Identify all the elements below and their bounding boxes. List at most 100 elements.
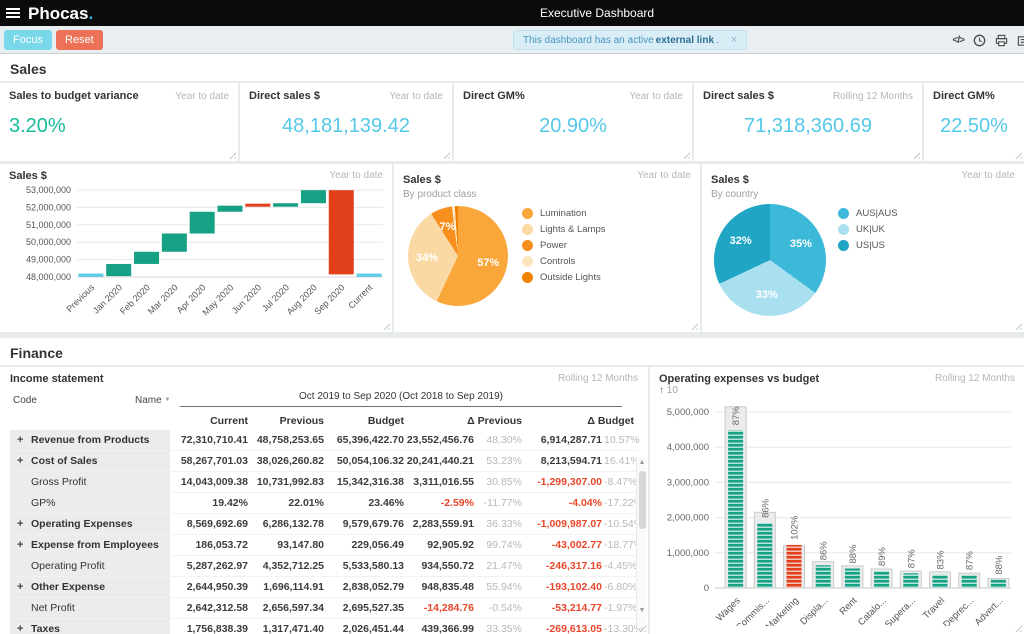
amount-cell: -53,214.77 xyxy=(524,602,604,614)
svg-text:88%: 88% xyxy=(994,555,1005,575)
amount-cell: 2,283,559.91 xyxy=(406,518,476,530)
row-name-label: Operating Expenses xyxy=(31,518,133,530)
row-name-cell: Net Profit xyxy=(10,598,170,618)
finance-row: Income statement Rolling 12 Months Code … xyxy=(0,367,1024,634)
expand-icon[interactable]: + xyxy=(17,434,31,446)
resize-handle[interactable] xyxy=(1013,321,1022,330)
amount-cell: 5,533,580.13 xyxy=(326,560,406,572)
focus-button[interactable]: Focus xyxy=(4,30,52,50)
amount-cell: 8,569,692.69 xyxy=(178,518,250,530)
table-scrollbar[interactable]: ▲ ▼ xyxy=(636,457,647,628)
legend-item[interactable]: Power xyxy=(522,240,605,251)
legend-label: AUS|AUS xyxy=(856,208,898,219)
export-icon[interactable] xyxy=(1017,34,1024,47)
svg-text:87%: 87% xyxy=(906,549,917,569)
name-column-header[interactable]: Name ▼ xyxy=(135,395,170,406)
svg-text:50,000,000: 50,000,000 xyxy=(26,237,71,247)
expand-icon[interactable]: + xyxy=(17,518,31,530)
scroll-down-icon[interactable]: ▼ xyxy=(637,607,647,614)
scroll-up-icon[interactable]: ▲ xyxy=(637,459,647,466)
pie-slice-label: 7% xyxy=(440,221,456,233)
embed-code-icon[interactable]: </> xyxy=(953,35,964,46)
expand-icon[interactable]: + xyxy=(17,455,31,467)
svg-text:102%: 102% xyxy=(790,515,801,540)
chart-subtitle: By country xyxy=(711,189,758,200)
legend-item[interactable]: AUS|AUS xyxy=(838,208,898,219)
amount-cell: 48,758,253.65 xyxy=(250,434,326,446)
amount-cell: -1,299,307.00 xyxy=(524,476,604,488)
percent-cell: 16.41% xyxy=(604,455,636,467)
legend-item[interactable]: US|US xyxy=(838,240,898,251)
pie-slice-label: 57% xyxy=(477,257,499,269)
toolbar-icons: </> xyxy=(953,26,1024,54)
kpi-label: Direct sales $ xyxy=(703,90,774,102)
amount-cell: 2,642,312.58 xyxy=(178,602,250,614)
resize-handle[interactable] xyxy=(1013,150,1022,159)
chart-period: Year to date xyxy=(637,170,691,200)
svg-text:52,000,000: 52,000,000 xyxy=(26,202,71,212)
menu-icon[interactable] xyxy=(6,6,20,20)
svg-text:87%: 87% xyxy=(965,551,976,571)
percent-cell: -4.45% xyxy=(604,560,636,572)
pie-slice-label: 33% xyxy=(756,289,778,301)
sales-charts-row: Sales $ Year to date 53,000,00052,000,00… xyxy=(0,164,1024,332)
svg-text:Supera...: Supera... xyxy=(883,595,918,626)
percent-cell: -0.54% xyxy=(476,602,524,614)
income-statement-rows: +Revenue from Products72,310,710.4148,75… xyxy=(10,430,638,634)
legend-item[interactable]: Lights & Lamps xyxy=(522,224,605,235)
scrollbar-thumb[interactable] xyxy=(639,471,646,529)
percent-cell: 36.33% xyxy=(476,518,524,530)
expand-icon[interactable]: + xyxy=(17,623,31,634)
history-clock-icon[interactable] xyxy=(973,34,986,47)
amount-cell: 6,286,132.78 xyxy=(250,518,326,530)
income-statement-row: +Revenue from Products72,310,710.4148,75… xyxy=(10,430,638,451)
resize-handle[interactable] xyxy=(381,321,390,330)
resize-handle[interactable] xyxy=(441,150,450,159)
percent-cell: -13.30% xyxy=(604,623,636,634)
reset-button[interactable]: Reset xyxy=(56,30,103,50)
resize-handle[interactable] xyxy=(681,150,690,159)
sort-icon: ▼ xyxy=(164,397,170,403)
amount-cell: 2,644,950.39 xyxy=(178,581,250,593)
row-name-cell: Operating Profit xyxy=(10,556,170,576)
svg-text:51,000,000: 51,000,000 xyxy=(26,220,71,230)
amount-cell: 23,552,456.76 xyxy=(406,434,476,446)
resize-handle[interactable] xyxy=(689,321,698,330)
legend-dot-icon xyxy=(838,208,849,219)
legend-item[interactable]: UK|UK xyxy=(838,224,898,235)
top-n-indicator[interactable]: ↑ 10 xyxy=(659,385,1015,396)
resize-handle[interactable] xyxy=(911,150,920,159)
amount-cell: 4,352,712.25 xyxy=(250,560,326,572)
close-icon[interactable]: × xyxy=(731,34,737,46)
chart-subtitle: By product class xyxy=(403,189,476,200)
sales-section-title: Sales xyxy=(0,54,1024,83)
kpi-label: Direct GM% xyxy=(463,90,525,102)
income-statement-row: +Other Expense2,644,950.391,696,114.912,… xyxy=(10,577,638,598)
income-statement-row: Operating Profit5,287,262.974,352,712.25… xyxy=(10,556,638,577)
svg-text:49,000,000: 49,000,000 xyxy=(26,255,71,265)
amount-cell: 2,695,527.35 xyxy=(326,602,406,614)
amount-cell: 8,213,594.71 xyxy=(524,455,604,467)
legend-item[interactable]: Lumination xyxy=(522,208,605,219)
svg-text:4,000,000: 4,000,000 xyxy=(667,442,709,453)
legend-label: Lumination xyxy=(540,208,586,219)
opex-chart-card: Operating expenses vs budget Rolling 12 … xyxy=(650,367,1024,634)
print-icon[interactable] xyxy=(995,34,1008,47)
legend-item[interactable]: Outside Lights xyxy=(522,272,605,283)
kpi-value: 3.20% xyxy=(9,115,229,138)
chart-title: Operating expenses vs budget xyxy=(659,373,819,385)
toolbar: Focus Reset This dashboard has an active… xyxy=(0,26,1024,54)
phocas-logo[interactable]: Phocas. xyxy=(28,5,93,22)
amount-cell: 9,579,679.76 xyxy=(326,518,406,530)
kpi-period: Rolling 12 Months xyxy=(833,91,913,102)
percent-cell: 30.85% xyxy=(476,476,524,488)
finance-section-title: Finance xyxy=(0,338,1024,367)
external-link[interactable]: external link xyxy=(656,35,714,46)
resize-handle[interactable] xyxy=(227,150,236,159)
row-name-cell: GP% xyxy=(10,493,170,513)
expand-icon[interactable]: + xyxy=(17,581,31,593)
expand-icon[interactable]: + xyxy=(17,539,31,551)
amount-cell: 1,696,114.91 xyxy=(250,581,326,593)
legend-item[interactable]: Controls xyxy=(522,256,605,267)
amount-cell: 1,756,838.39 xyxy=(178,623,250,634)
